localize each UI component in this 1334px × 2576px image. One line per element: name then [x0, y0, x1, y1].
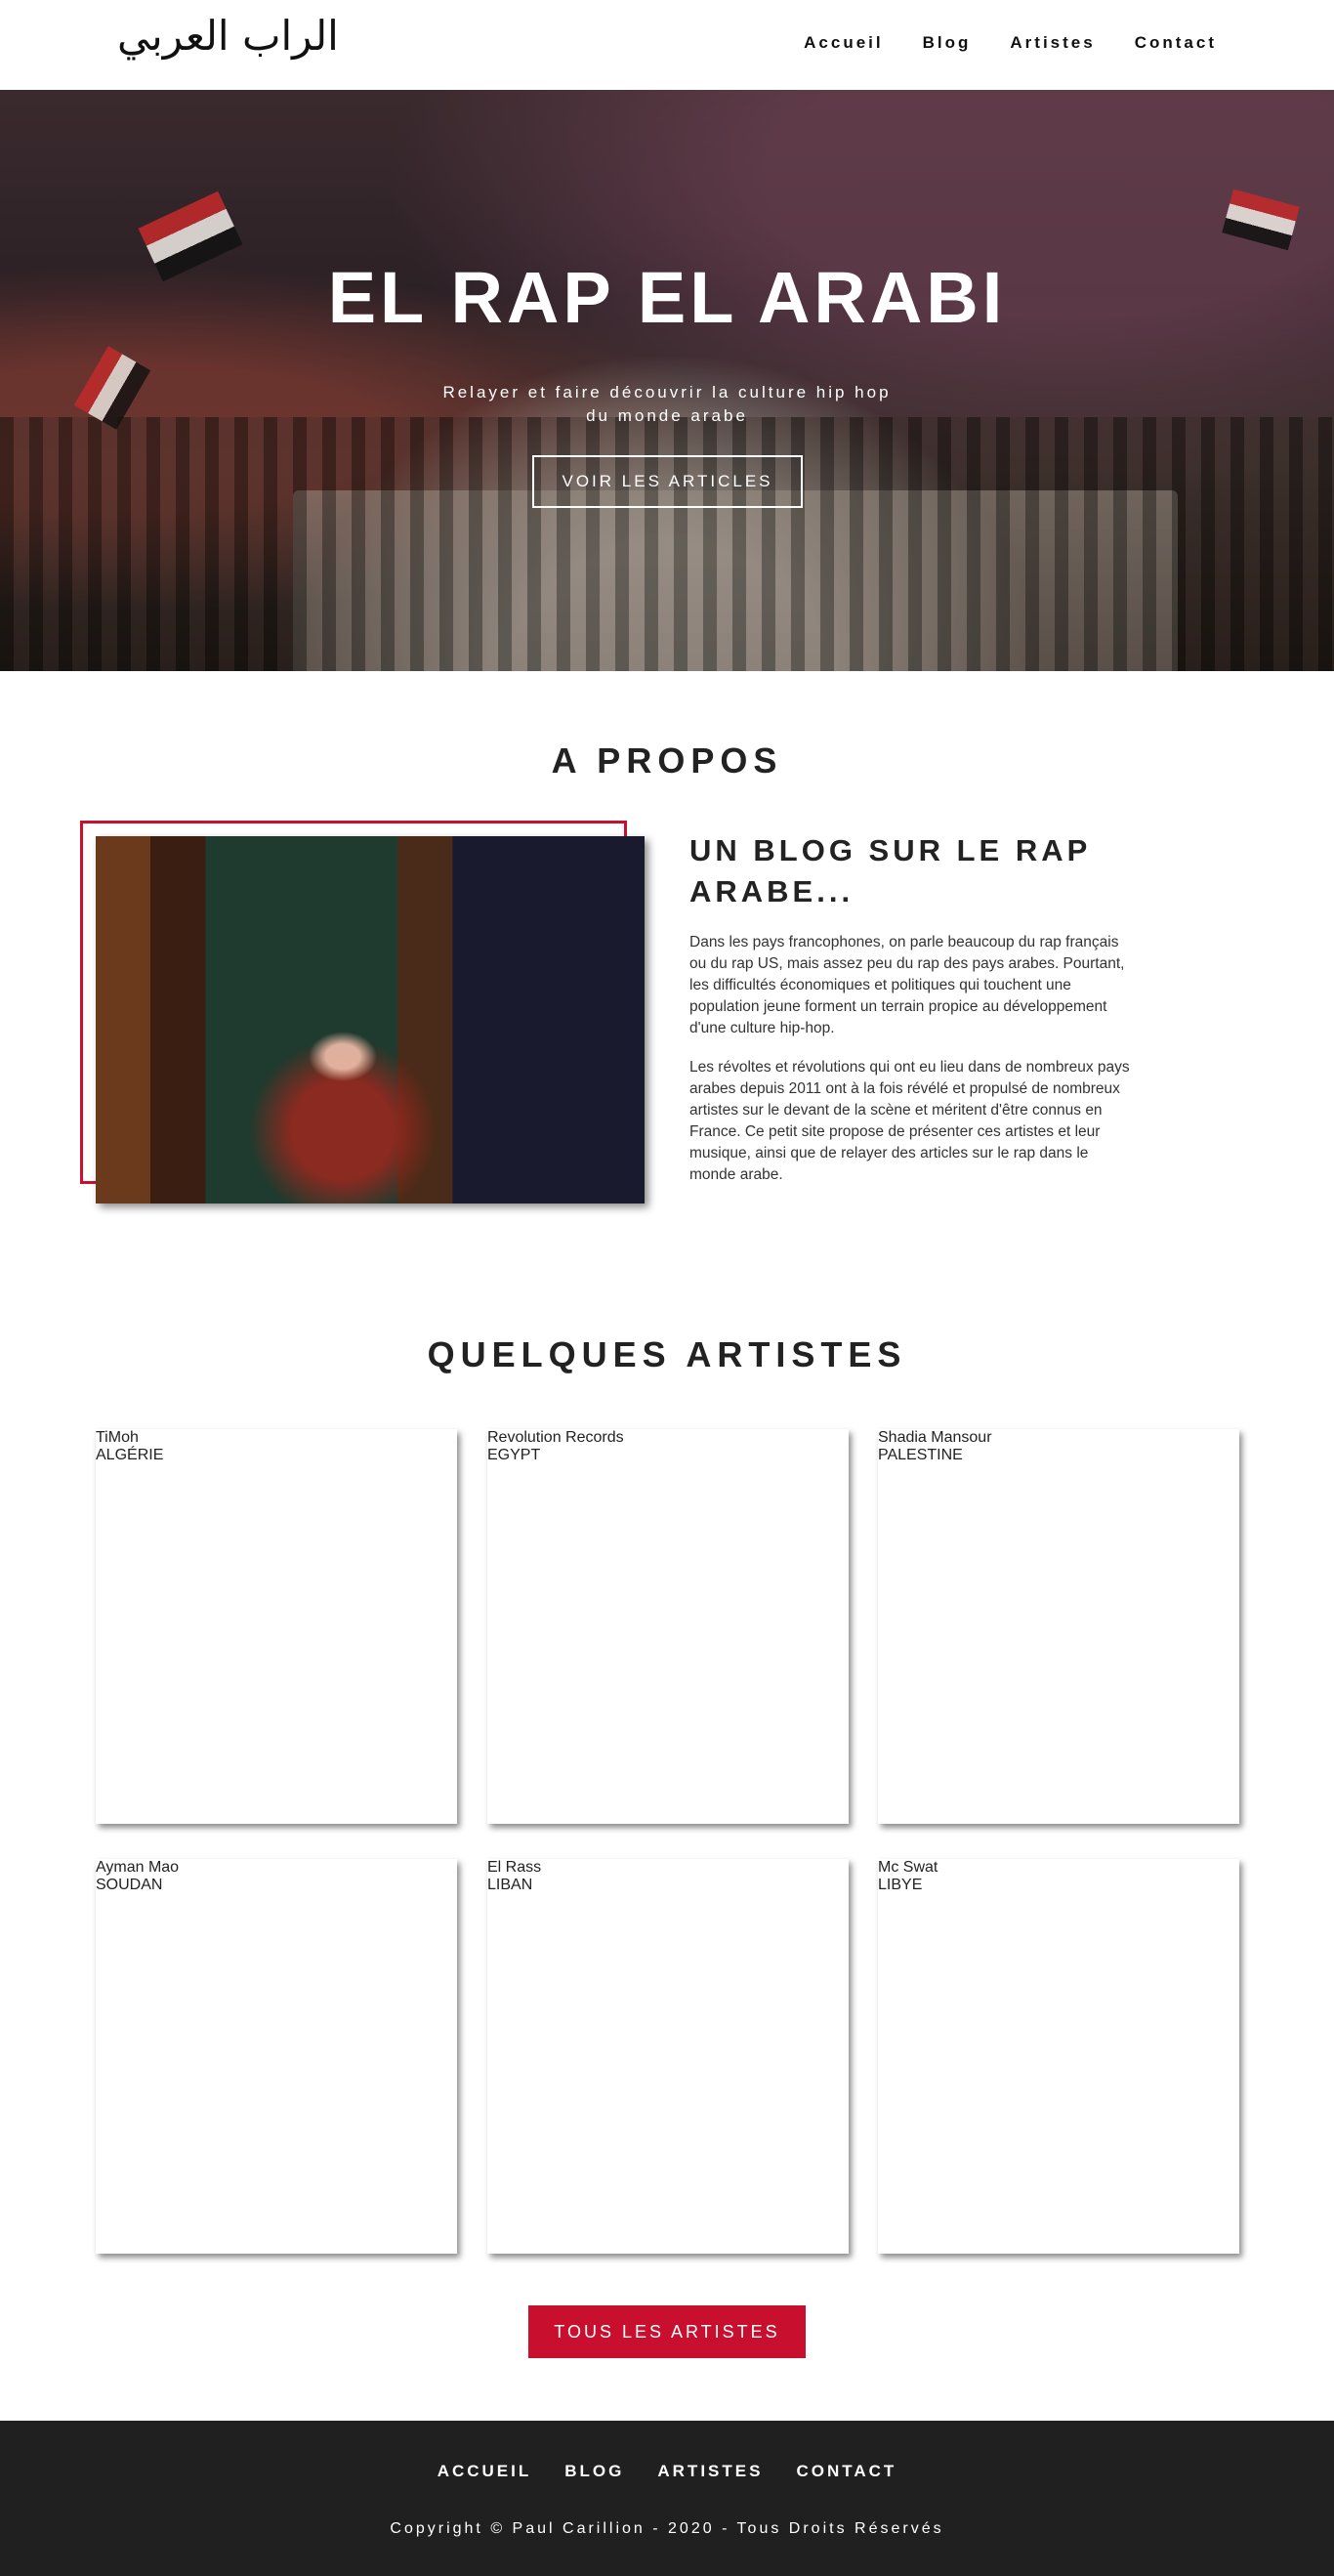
- artist-name: Revolution Records: [487, 1429, 624, 1446]
- artist-country: LIBAN: [487, 1877, 533, 1893]
- nav-link-accueil[interactable]: Accueil: [804, 33, 883, 53]
- footer-link-artistes[interactable]: ARTISTES: [657, 2462, 763, 2481]
- artist-name: TiMoh: [96, 1429, 139, 1446]
- artist-name: Mc Swat: [878, 1859, 938, 1876]
- copyright-text: Copyright © Paul Carillion - 2020 - Tous…: [390, 2520, 944, 2537]
- footer-link-accueil[interactable]: ACCUEIL: [438, 2462, 532, 2481]
- about-image: [96, 836, 645, 1204]
- about-paragraph-1: Dans les pays francophones, on parle bea…: [689, 934, 1125, 1036]
- artists-section-title: QUELQUES ARTISTES: [427, 1334, 907, 1374]
- about-paragraph-2: Les révoltes et révolutions qui ont eu l…: [689, 1059, 1130, 1183]
- footer-link-blog[interactable]: BLOG: [564, 2462, 624, 2481]
- nav-link-blog[interactable]: Blog: [923, 33, 972, 53]
- hero-title: EL RAP EL ARABI: [327, 257, 1007, 338]
- artist-card-shadia-mansour[interactable]: DETAILS Shadia Mansour PALESTINE: [878, 1429, 1239, 1824]
- artist-card-el-rass[interactable]: El Rass LIBAN: [487, 1859, 849, 2254]
- nav-link-contact[interactable]: Contact: [1135, 33, 1217, 53]
- hero-subtitle-line1: Relayer et faire découvrir la culture hi…: [442, 383, 892, 401]
- footer-link-contact[interactable]: CONTACT: [796, 2462, 896, 2481]
- footer-nav: ACCUEIL BLOG ARTISTES CONTACT: [0, 2462, 1334, 2481]
- artist-country: EGYPT: [487, 1447, 541, 1463]
- hero-subtitle: Relayer et faire découvrir la culture hi…: [0, 381, 1334, 428]
- artist-country: SOUDAN: [96, 1877, 163, 1893]
- artist-country: PALESTINE: [878, 1447, 963, 1463]
- artist-card-revolution-records[interactable]: Revolution Records EGYPT: [487, 1429, 849, 1824]
- hero-flag-decoration: [1222, 189, 1300, 251]
- site-footer: ACCUEIL BLOG ARTISTES CONTACT Copyright …: [0, 2421, 1334, 2576]
- site-header: الراب العربي Accueil Blog Artistes Conta…: [0, 0, 1334, 90]
- view-articles-button[interactable]: VOIR LES ARTICLES: [532, 455, 803, 508]
- hero-subtitle-line2: du monde arabe: [586, 406, 748, 425]
- details-button[interactable]: DETAILS: [999, 1556, 1116, 1599]
- main-nav: Accueil Blog Artistes Contact: [804, 33, 1217, 53]
- site-logo[interactable]: الراب العربي: [117, 12, 339, 60]
- artist-name: El Rass: [487, 1859, 542, 1876]
- artist-card-ayman-mao[interactable]: Ayman Mao SOUDAN: [96, 1859, 457, 2254]
- about-heading: UN BLOG SUR LE RAP ARABE...: [689, 833, 1091, 908]
- nav-link-artistes[interactable]: Artistes: [1010, 33, 1095, 53]
- artist-country: ALGÉRIE: [96, 1447, 164, 1463]
- page-root: الراب العربي Accueil Blog Artistes Conta…: [0, 0, 1334, 2576]
- artist-name: Ayman Mao: [96, 1859, 180, 1876]
- artist-country: LIBYE: [878, 1877, 923, 1893]
- about-section-title: A PROPOS: [551, 740, 783, 781]
- artist-card-timoh[interactable]: TiMoh ALGÉRIE: [96, 1429, 457, 1824]
- artist-card-mc-swat[interactable]: Mc Swat LIBYE: [878, 1859, 1239, 2254]
- all-artists-button[interactable]: TOUS LES ARTISTES: [528, 2305, 806, 2358]
- artist-name: Shadia Mansour: [878, 1429, 992, 1446]
